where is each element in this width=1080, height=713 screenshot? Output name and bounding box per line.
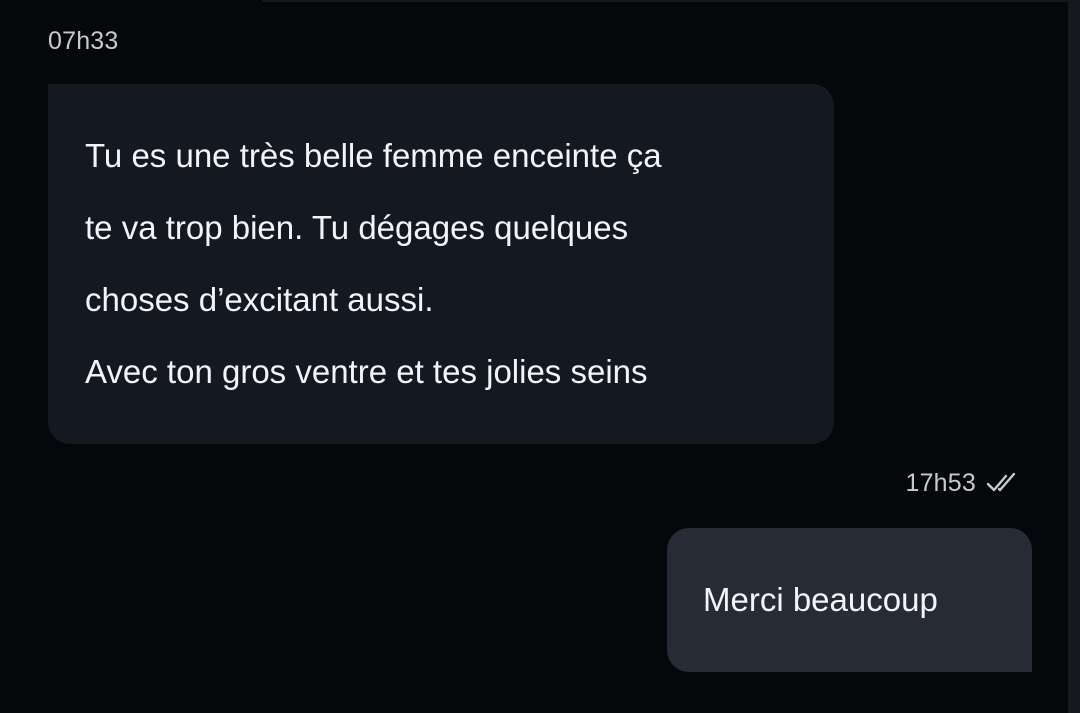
chat-area[interactable]: 07h33 Tu es une très belle femme enceint… — [0, 0, 1068, 713]
top-divider — [262, 0, 1068, 2]
scrollbar-track[interactable] — [1068, 0, 1080, 713]
message-line: Tu es une très belle femme enceinte ça — [85, 137, 662, 174]
message-line: choses d’excitant aussi. — [85, 281, 434, 318]
message-line: te va trop bien. Tu dégages quelques — [85, 209, 629, 246]
outgoing-timestamp: 17h53 — [905, 469, 976, 497]
outgoing-message-bubble[interactable]: Merci beaucoup — [667, 528, 1032, 672]
outgoing-meta: 17h53 — [905, 468, 1020, 498]
incoming-message-bubble[interactable]: Tu es une très belle femme enceinte ça t… — [48, 84, 834, 444]
message-line: Avec ton gros ventre et tes jolies seins — [85, 353, 648, 390]
double-check-icon — [986, 470, 1020, 496]
message-text: Merci beaucoup — [703, 581, 938, 618]
incoming-timestamp: 07h33 — [48, 27, 119, 55]
